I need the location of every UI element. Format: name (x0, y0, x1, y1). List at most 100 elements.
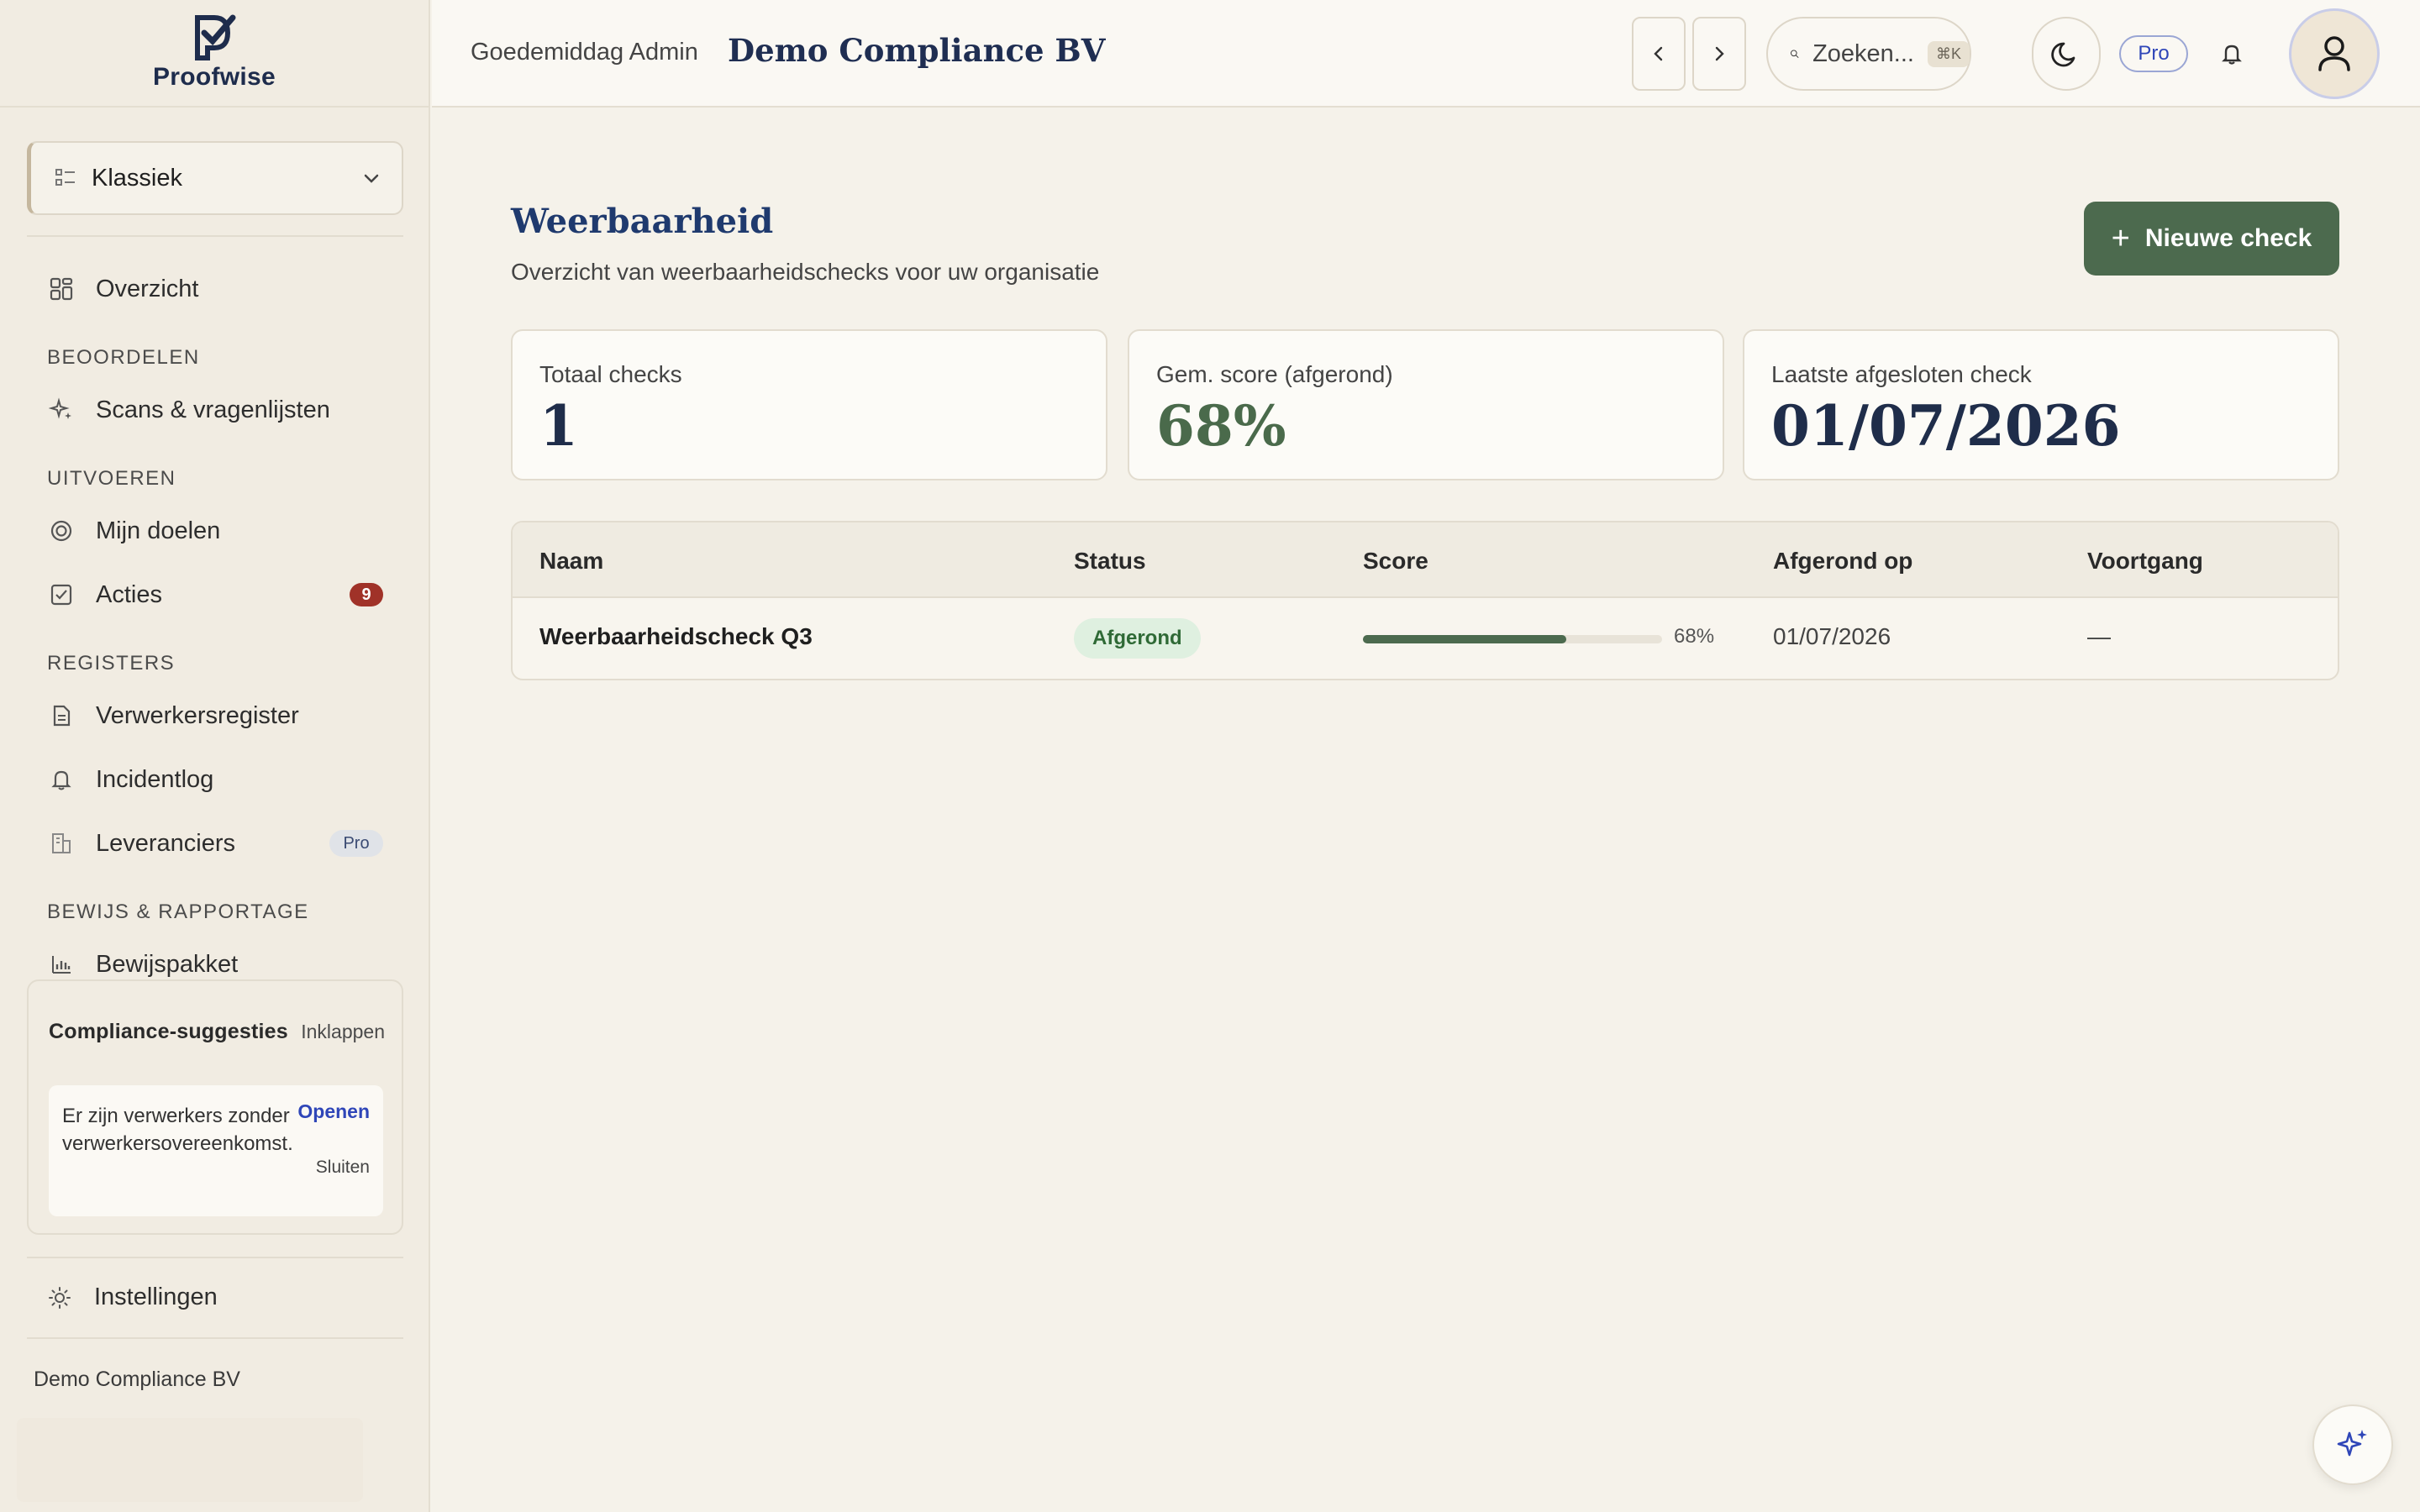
sidebar-item-label: Instellingen (94, 1284, 218, 1310)
status-badge: Afgerond (1074, 618, 1201, 659)
sidebar-item-settings[interactable]: Instellingen (47, 1284, 218, 1311)
sidebar-item-processors[interactable]: Verwerkersregister (47, 690, 383, 741)
page-subtitle: Overzicht van weerbaarheidschecks voor u… (511, 259, 1100, 285)
header-organization: Demo Compliance BV (728, 32, 1106, 69)
sidebar-item-label: Overzicht (96, 275, 199, 302)
greeting: Goedemiddag Admin (471, 39, 698, 66)
suggestion-message: Er zijn verwerkers zonder verwerkersover… (62, 1105, 293, 1155)
table-header: Naam Status Score Afgerond op Voortgang (513, 522, 2338, 598)
score-percentage: 68% (1674, 625, 1715, 648)
stat-card-last-check: Laatste afgesloten check 01/07/2026 (1743, 329, 2339, 480)
sidebar-item-scans[interactable]: Scans & vragenlijsten (47, 385, 383, 435)
chevron-down-icon (364, 174, 379, 183)
score-progress-bar (1363, 635, 1662, 643)
plus-icon: + (2111, 220, 2130, 256)
section-label-execute: UITVOEREN (47, 467, 176, 490)
back-button[interactable] (1632, 17, 1686, 91)
column-header-score[interactable]: Score (1363, 548, 1428, 575)
plan-badge[interactable]: Pro (2119, 35, 2188, 72)
stat-card-average: Gem. score (afgerond) 68% (1128, 329, 1724, 480)
checkbox-icon (47, 580, 76, 609)
footer-placeholder (17, 1418, 363, 1502)
suggestions-header: Compliance-suggesties Inklappen (49, 1020, 385, 1044)
search-placeholder: Zoeken... (1812, 39, 1914, 67)
theme-toggle-button[interactable] (2032, 17, 2101, 91)
chevron-left-icon (1654, 46, 1663, 61)
sidebar-item-overview[interactable]: Overzicht (47, 264, 383, 314)
forward-button[interactable] (1692, 17, 1746, 91)
sidebar-item-label: Incidentlog (96, 765, 214, 793)
stat-value: 68% (1156, 393, 1286, 459)
sun-gear-icon (49, 1286, 71, 1309)
suggestion-card: Er zijn verwerkers zonder verwerkersover… (49, 1085, 383, 1216)
progress-value: — (2087, 623, 2111, 649)
document-icon (47, 701, 76, 730)
ai-assistant-button[interactable] (2312, 1404, 2393, 1485)
notifications-bell-icon[interactable] (2218, 40, 2245, 67)
collapse-suggestions-button[interactable]: Inklappen (301, 1021, 385, 1043)
sidebar-item-label: Mijn doelen (96, 517, 221, 544)
stat-card-total: Totaal checks 1 (511, 329, 1107, 480)
stat-label: Totaal checks (539, 361, 682, 387)
sidebar-item-label: Bewijspakket (96, 950, 239, 978)
target-icon (47, 517, 76, 545)
search-input[interactable]: Zoeken... ⌘K (1766, 17, 1971, 91)
sidebar-item-label: Leveranciers (96, 829, 236, 857)
top-bar: Goedemiddag Admin Demo Compliance BV Zoe… (432, 0, 2420, 108)
divider (27, 235, 403, 237)
user-icon (2318, 36, 2350, 71)
check-name[interactable]: Weerbaarheidscheck Q3 (539, 623, 813, 650)
column-header-completed[interactable]: Afgerond op (1773, 548, 1912, 575)
actions-count-badge: 9 (350, 583, 383, 606)
brand-name: Proofwise (152, 63, 276, 91)
view-mode-label: Klassiek (92, 164, 182, 192)
sidebar-item-suppliers[interactable]: Leveranciers Pro (47, 818, 383, 869)
bar-chart-icon (47, 950, 76, 979)
sidebar-item-goals[interactable]: Mijn doelen (47, 506, 383, 556)
view-mode-select[interactable]: Klassiek (27, 141, 403, 215)
list-icon (55, 169, 75, 186)
divider (27, 1337, 403, 1339)
sidebar: Proofwise Klassiek Overzicht BEOORDELEN … (0, 0, 430, 1512)
divider (27, 1257, 403, 1258)
checks-table: Naam Status Score Afgerond op Voortgang … (511, 521, 2339, 680)
search-icon (1790, 50, 1799, 58)
suggestions-title: Compliance-suggesties (49, 1020, 288, 1043)
sidebar-item-label: Scans & vragenlijsten (96, 396, 330, 423)
stat-label: Laatste afgesloten check (1771, 361, 2032, 387)
open-suggestion-link[interactable]: Openen (297, 1100, 370, 1123)
stat-value: 01/07/2026 (1771, 393, 2121, 459)
sparkle-icon (47, 396, 76, 424)
dismiss-suggestion-button[interactable]: Sluiten (316, 1158, 370, 1178)
column-header-progress[interactable]: Voortgang (2087, 548, 2203, 575)
section-label-registers: REGISTERS (47, 652, 176, 675)
sidebar-item-label: Verwerkersregister (96, 701, 299, 729)
column-header-status[interactable]: Status (1074, 548, 1146, 575)
pro-badge: Pro (329, 830, 383, 857)
section-label-assess: BEOORDELEN (47, 346, 200, 369)
page-title: Weerbaarheid (511, 202, 774, 241)
search-shortcut: ⌘K (1927, 40, 1970, 67)
completed-date: 01/07/2026 (1773, 623, 1891, 649)
new-check-label: Nieuwe check (2144, 224, 2312, 252)
sidebar-item-actions[interactable]: Acties 9 (47, 570, 383, 620)
moon-icon (2051, 42, 2075, 67)
table-row[interactable]: Weerbaarheidscheck Q3 Afgerond 68% 01/07… (513, 598, 2338, 679)
sidebar-item-incidents[interactable]: Incidentlog (47, 754, 383, 805)
section-label-evidence: BEWIJS & RAPPORTAGE (47, 900, 309, 923)
user-avatar[interactable] (2289, 8, 2380, 99)
grid-icon (47, 275, 76, 303)
stat-value: 1 (539, 393, 578, 459)
new-check-button[interactable]: + Nieuwe check (2084, 202, 2339, 276)
sidebar-item-label: Acties (96, 580, 162, 608)
proofwise-logo-icon (195, 14, 236, 60)
chevron-right-icon (1715, 46, 1724, 61)
stat-label: Gem. score (afgerond) (1156, 361, 1393, 387)
compliance-suggestions-panel: Compliance-suggesties Inklappen Er zijn … (27, 979, 403, 1235)
logo[interactable]: Proofwise (0, 0, 429, 108)
column-header-name[interactable]: Naam (539, 548, 603, 575)
sparkles-icon (2337, 1430, 2367, 1457)
score-progress-fill (1363, 635, 1567, 643)
bell-icon (47, 765, 76, 794)
building-icon (47, 829, 76, 858)
